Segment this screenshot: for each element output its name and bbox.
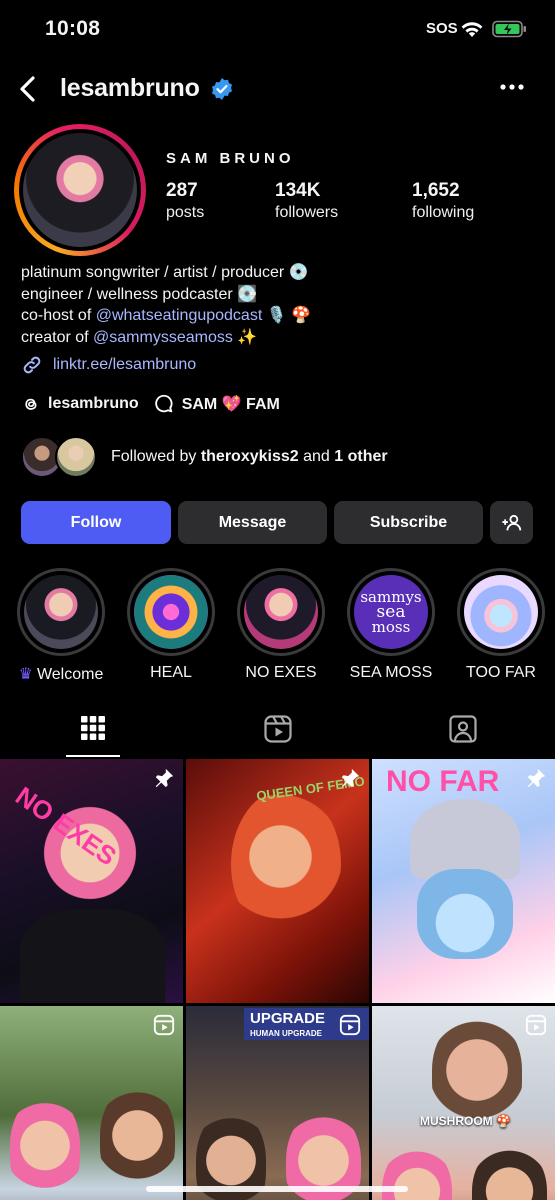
following-label: following bbox=[412, 204, 475, 221]
banner-subtext: HUMAN UPGRADE bbox=[250, 1029, 322, 1038]
message-button[interactable]: Message bbox=[178, 501, 327, 544]
highlight-cover bbox=[24, 575, 98, 649]
threads-handle: lesambruno bbox=[48, 395, 139, 412]
subscribe-button[interactable]: Subscribe bbox=[334, 501, 483, 544]
header-username: lesambruno bbox=[60, 74, 200, 102]
post-overlay-text: NO FAR bbox=[386, 765, 500, 798]
followed-by-row[interactable]: Followed by theroxykiss2 and 1 other bbox=[21, 436, 388, 478]
highlight-sea-moss[interactable]: sammys sea moss SEA MOSS bbox=[341, 568, 441, 682]
verified-badge-icon bbox=[212, 78, 232, 100]
crown-icon: ♛ bbox=[18, 666, 33, 683]
grid-post[interactable]: MUSHROOM 🍄 bbox=[372, 1006, 555, 1200]
back-arrow-icon[interactable] bbox=[14, 74, 44, 104]
reels-icon bbox=[263, 715, 292, 743]
following-stat[interactable]: 1,652 following bbox=[412, 180, 474, 222]
highlight-cover: sammys sea moss bbox=[354, 575, 428, 649]
grid-post[interactable]: QUEEN OF FEMO bbox=[186, 759, 369, 1003]
add-person-icon bbox=[501, 514, 521, 530]
seamoss-mention-link[interactable]: @sammysseamoss bbox=[93, 329, 233, 346]
highlight-welcome[interactable]: ♛ Welcome bbox=[11, 568, 111, 684]
followers-label: followers bbox=[275, 204, 339, 221]
battery-icon bbox=[492, 20, 526, 38]
grid-post[interactable]: NO FAR bbox=[372, 759, 555, 1003]
sea-moss-logo-text: moss bbox=[371, 617, 411, 636]
highlight-cover bbox=[464, 575, 538, 649]
bio: platinum songwriter / artist / producer … bbox=[21, 262, 311, 348]
avatar-photo bbox=[23, 133, 137, 247]
more-options-icon[interactable] bbox=[498, 80, 526, 94]
highlight-label: TOO FAR bbox=[466, 664, 536, 681]
tab-reels[interactable] bbox=[185, 708, 370, 758]
following-count: 1,652 bbox=[412, 180, 460, 201]
profile-avatar[interactable] bbox=[14, 124, 146, 256]
suggested-users-button[interactable] bbox=[490, 501, 533, 544]
bio-line: creator of @sammysseamoss ✨ bbox=[21, 328, 258, 346]
posts-stat[interactable]: 287 posts bbox=[166, 180, 204, 222]
reel-icon bbox=[525, 1014, 547, 1036]
tagged-person-icon bbox=[448, 715, 477, 743]
status-bar: 10:08 SOS bbox=[0, 0, 555, 60]
posts-label: posts bbox=[166, 204, 205, 221]
grid-icon bbox=[80, 716, 105, 740]
display-name: SAM BRUNO bbox=[166, 150, 295, 167]
pinned-icon bbox=[527, 768, 546, 788]
highlight-too-far[interactable]: TOO FAR bbox=[451, 568, 551, 682]
profile-tabs bbox=[0, 708, 555, 758]
profile-header: lesambruno bbox=[0, 70, 555, 110]
wifi-icon bbox=[461, 22, 483, 37]
post-overlay-text: MUSHROOM 🍄 bbox=[420, 1114, 511, 1128]
bio-line: co-host of @whatseatingupodcast 🎙️ 🍄 bbox=[21, 307, 312, 324]
threads-icon bbox=[25, 398, 37, 410]
grid-post[interactable]: NO EXES bbox=[0, 759, 183, 1003]
reel-icon bbox=[153, 1014, 175, 1036]
pinned-icon bbox=[341, 768, 360, 788]
reel-icon bbox=[339, 1014, 361, 1036]
banner-text: UPGRADE bbox=[250, 1010, 326, 1027]
highlight-cover bbox=[134, 575, 208, 649]
followers-count: 134K bbox=[275, 180, 321, 201]
channel-name: SAM 💖 FAM bbox=[181, 396, 280, 413]
highlight-cover bbox=[244, 575, 318, 649]
highlight-label: SEA MOSS bbox=[349, 664, 433, 681]
clock: 10:08 bbox=[45, 17, 101, 40]
podcast-mention-link[interactable]: @whatseatingupodcast bbox=[96, 307, 263, 324]
bio-line: engineer / wellness podcaster 💽 bbox=[21, 285, 258, 303]
broadcast-channel-link[interactable]: SAM 💖 FAM bbox=[153, 393, 280, 415]
followed-by-text: Followed by theroxykiss2 and 1 other bbox=[111, 448, 388, 465]
sos-indicator: SOS bbox=[426, 20, 458, 37]
tab-posts-grid[interactable] bbox=[0, 708, 185, 758]
follow-button[interactable]: Follow bbox=[21, 501, 171, 544]
channel-icon bbox=[154, 394, 173, 413]
posts-count: 287 bbox=[166, 180, 198, 201]
highlight-label: HEAL bbox=[150, 664, 192, 681]
highlight-no-exes[interactable]: NO EXES bbox=[231, 568, 331, 682]
link-icon bbox=[23, 356, 41, 374]
link-text: linktr.ee/lesambruno bbox=[53, 356, 197, 373]
grid-post[interactable]: UPGRADE HUMAN UPGRADE bbox=[186, 1006, 369, 1200]
threads-link[interactable]: lesambruno bbox=[21, 394, 139, 414]
active-tab-indicator bbox=[66, 755, 120, 757]
mutual-avatar bbox=[55, 436, 97, 478]
external-link[interactable]: linktr.ee/lesambruno bbox=[21, 354, 196, 376]
highlight-label: Welcome bbox=[36, 666, 104, 683]
profile-chips: lesambruno SAM 💖 FAM bbox=[21, 393, 294, 415]
highlight-label: NO EXES bbox=[245, 664, 317, 681]
grid-post[interactable] bbox=[0, 1006, 183, 1200]
bio-line: platinum songwriter / artist / producer … bbox=[21, 264, 309, 281]
followers-stat[interactable]: 134K followers bbox=[275, 180, 338, 222]
tab-tagged[interactable] bbox=[370, 708, 555, 758]
home-indicator[interactable] bbox=[146, 1186, 408, 1192]
pinned-icon bbox=[155, 768, 174, 788]
highlight-heal[interactable]: HEAL bbox=[121, 568, 221, 682]
